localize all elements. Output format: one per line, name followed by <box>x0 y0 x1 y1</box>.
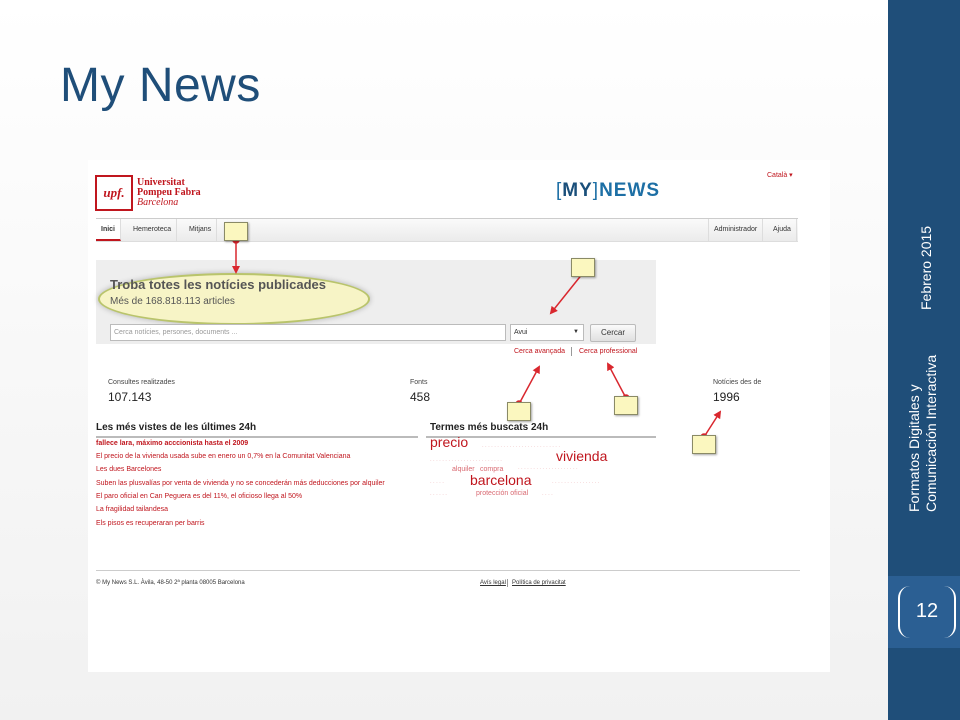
date-scope-value: Avui <box>514 329 528 336</box>
sticky-note-icon <box>571 258 595 277</box>
slide: My News Febrero 2015 Formatos Digitales … <box>0 0 960 720</box>
news-item[interactable]: Els pisos es recuperaran per barris <box>96 520 205 527</box>
page-number: 12 <box>915 600 939 622</box>
term-compra[interactable]: compra <box>480 466 503 473</box>
search-heading: Troba totes les notícies publicades <box>110 277 327 292</box>
main-nav: Inici Hemeroteca Mitjans Administrador A… <box>96 218 798 242</box>
professional-search-link[interactable]: Cerca professional <box>579 348 637 355</box>
logo-news: NEWS <box>599 180 661 201</box>
sticky-note-icon <box>614 396 638 415</box>
nav-tab-mitjans[interactable]: Mitjans <box>184 219 218 241</box>
search-input[interactable]: Cerca notícies, persones, documents ... <box>110 324 506 341</box>
legal-notice-link[interactable]: Avís legal <box>480 580 506 586</box>
news-since-value: 1996 <box>713 390 740 404</box>
term-proteccion-oficial[interactable]: protección oficial <box>476 490 528 497</box>
most-viewed-heading: Les més vistes de les últimes 24h <box>96 422 257 433</box>
tag-cloud-filler: · · · · · <box>430 480 444 486</box>
term-vivienda[interactable]: vivienda <box>556 448 607 464</box>
term-barcelona[interactable]: barcelona <box>470 472 532 488</box>
language-selector[interactable]: Català ▾ <box>767 171 793 179</box>
tag-cloud-filler: · · · · · · · · · · · · · · · · · · · · … <box>482 444 561 450</box>
news-item[interactable]: Les dues Barcelones <box>96 466 161 473</box>
tag-cloud-filler: · · · · · · · · · · · · · · · · · · · · <box>518 466 578 472</box>
upf-logo[interactable]: upf. Universitat Pompeu Fabra Barcelona <box>95 175 201 211</box>
course-name: Formatos Digitales y Comunicación Intera… <box>906 355 940 512</box>
search-button[interactable]: Cercar <box>590 324 636 342</box>
term-precio[interactable]: precio <box>430 434 468 450</box>
tag-cloud-filler: · · · · <box>542 492 553 498</box>
upf-mark: upf. <box>95 175 133 211</box>
footer-company: © My News S.L. Àvila, 48-50 2ª planta 08… <box>96 580 245 586</box>
caret-down-icon: ▼ <box>573 329 579 335</box>
mynews-logo[interactable]: [MY]NEWS <box>556 180 660 202</box>
news-item[interactable]: El precio de la vivienda usada sube en e… <box>96 453 350 460</box>
privacy-policy-link[interactable]: Política de privacitat <box>512 580 566 586</box>
sticky-note-icon <box>692 435 716 454</box>
upf-line-3: Barcelona <box>137 197 179 208</box>
nav-tab-inici[interactable]: Inici <box>96 219 122 241</box>
top-terms-heading: Termes més buscats 24h <box>430 422 549 433</box>
footer-separator <box>507 579 508 587</box>
news-since-label: Notícies des de <box>713 379 762 386</box>
upf-wordmark: Universitat Pompeu Fabra Barcelona <box>137 178 201 208</box>
article-count: Més de 168.818.113 articles <box>110 296 235 307</box>
page-number-frame: 12 <box>898 586 956 638</box>
sources-value: 458 <box>410 390 431 404</box>
footer-rule <box>96 570 800 571</box>
link-separator <box>571 347 572 356</box>
nav-tab-hemeroteca[interactable]: Hemeroteca <box>128 219 178 241</box>
sticky-note-icon <box>507 402 531 421</box>
term-alquiler[interactable]: alquiler <box>452 466 475 473</box>
most-viewed-rule <box>96 436 418 438</box>
date-scope-select[interactable]: Avui ▼ <box>510 324 584 341</box>
sources-label: Fonts <box>410 379 428 386</box>
news-item[interactable]: El paro oficial en Can Peguera es del 11… <box>96 493 302 500</box>
nav-ajuda[interactable]: Ajuda <box>768 219 797 241</box>
news-item[interactable]: fallece lara, máximo acccionista hasta e… <box>96 440 248 447</box>
course-line-2: Comunicación Interactiva <box>923 354 939 512</box>
sticky-note-icon <box>224 222 248 241</box>
queries-label: Consultes realitzades <box>108 379 175 386</box>
tag-cloud-filler: · · · · · · · · · · · · · · · · <box>552 480 600 486</box>
mynews-screenshot: upf. Universitat Pompeu Fabra Barcelona … <box>88 160 830 672</box>
slide-title: My News <box>60 59 261 112</box>
slide-date: Febrero 2015 <box>918 225 934 310</box>
news-item[interactable]: La fragilidad tailandesa <box>96 506 168 513</box>
news-item[interactable]: Suben las plusvalías por venta de vivien… <box>96 480 385 487</box>
logo-my: MY <box>562 180 593 201</box>
tag-cloud-filler: · · · · · · <box>430 492 447 498</box>
course-line-1: Formatos Digitales y <box>906 384 922 512</box>
queries-value: 107.143 <box>108 390 152 404</box>
tag-cloud-filler: · · · · · · · · · · · · · · · · · · · · … <box>430 458 502 464</box>
advanced-search-link[interactable]: Cerca avançada <box>514 348 565 355</box>
nav-administrador[interactable]: Administrador <box>708 219 764 241</box>
